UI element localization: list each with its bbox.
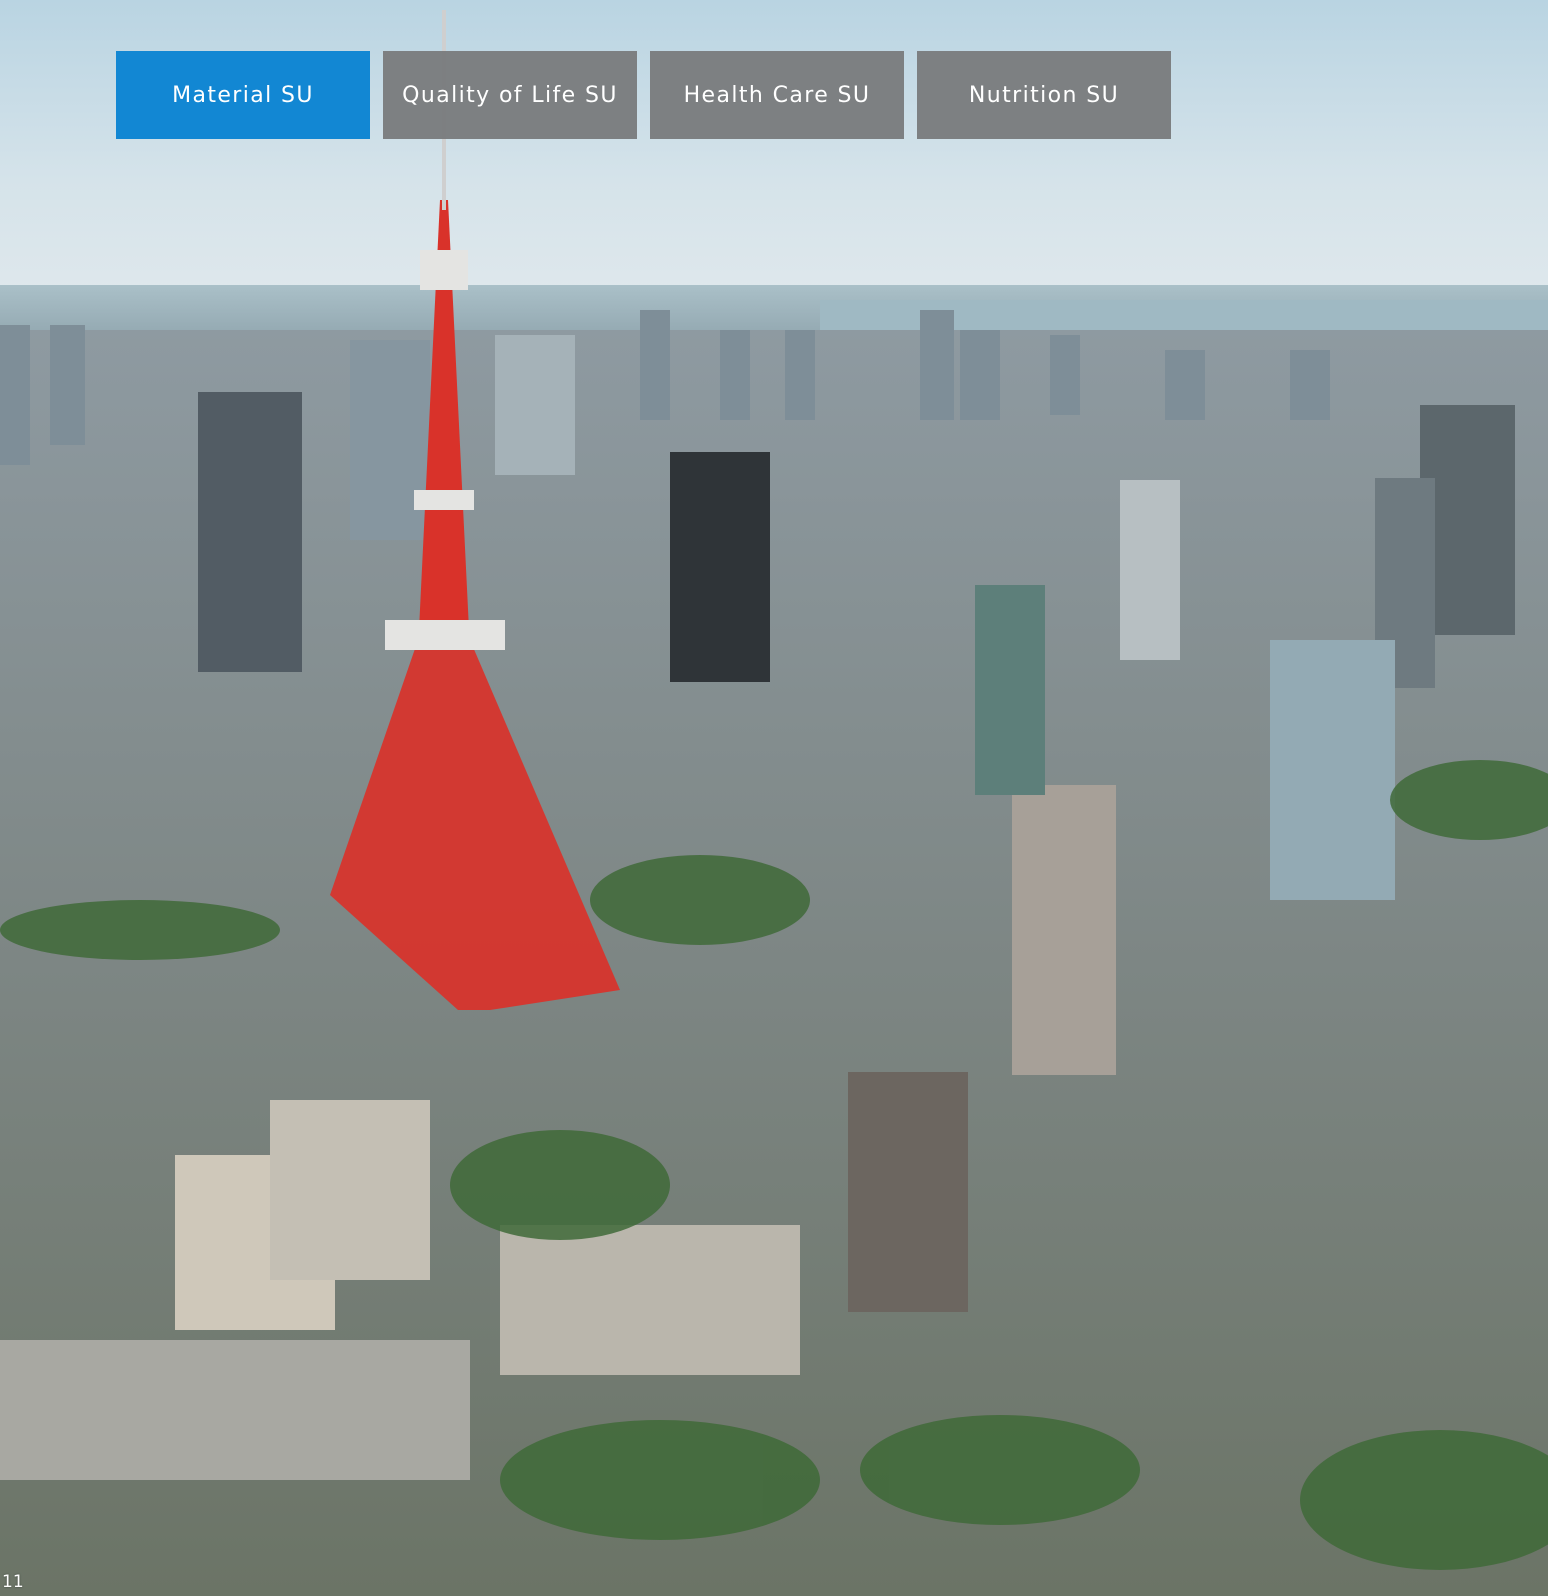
tab-material-su[interactable]: Material SU — [116, 51, 370, 139]
tab-label: Material SU — [172, 82, 314, 108]
page: Material SU Quality of Life SU Health Ca… — [0, 0, 1548, 1596]
page-number: 11 — [2, 1572, 24, 1592]
tokyo-cityscape-photo — [0, 0, 1548, 1596]
tab-quality-of-life-su[interactable]: Quality of Life SU — [383, 51, 637, 139]
tab-nutrition-su[interactable]: Nutrition SU — [917, 51, 1171, 139]
tab-label: Quality of Life SU — [402, 82, 618, 108]
tab-label: Health Care SU — [683, 82, 871, 108]
tab-label: Nutrition SU — [968, 82, 1120, 108]
tab-health-care-su[interactable]: Health Care SU — [650, 51, 904, 139]
